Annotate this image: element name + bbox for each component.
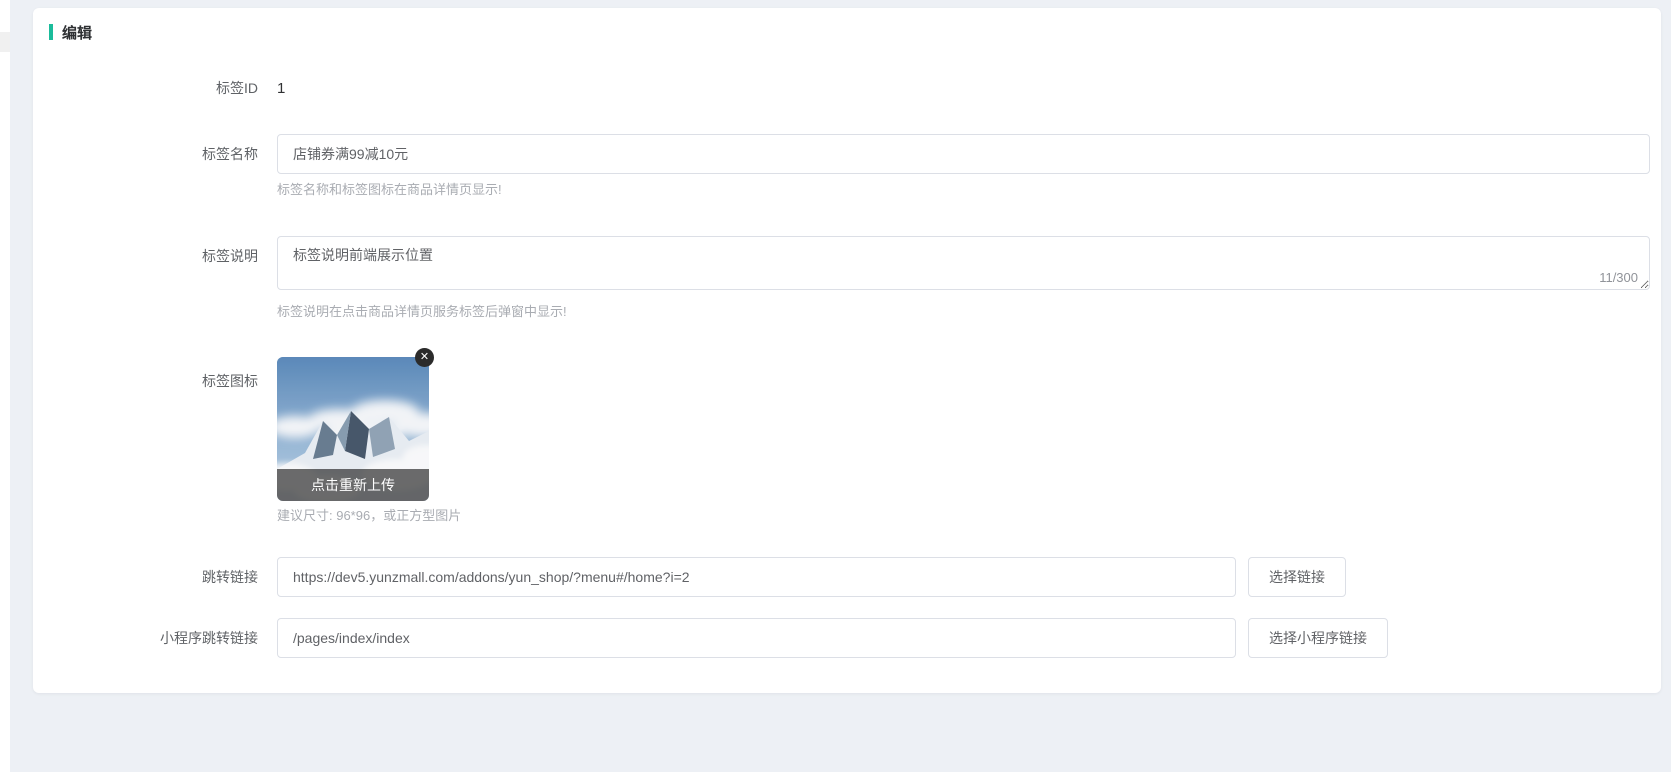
field-row-mini-link: 小程序跳转链接 选择小程序链接 (33, 618, 1661, 658)
tag-icon-helper: 建议尺寸: 96*96，或正方型图片 (277, 507, 461, 525)
accent-bar (49, 24, 53, 40)
tag-desc-helper: 标签说明在点击商品详情页服务标签后弹窗中显示! (277, 303, 567, 321)
tag-name-input[interactable] (277, 134, 1650, 174)
close-icon[interactable]: ✕ (415, 348, 434, 367)
tag-desc-textarea-wrap: 标签说明前端展示位置 11/300 (277, 236, 1650, 295)
tag-name-helper: 标签名称和标签图标在商品详情页显示! (277, 181, 502, 199)
field-row-jump-link: 跳转链接 选择链接 (33, 557, 1661, 597)
reupload-overlay[interactable]: 点击重新上传 (277, 469, 429, 501)
sidebar-strip (0, 0, 10, 772)
select-link-button[interactable]: 选择链接 (1248, 557, 1346, 597)
panel-header: 编辑 (49, 22, 1661, 42)
char-counter: 11/300 (1599, 271, 1638, 285)
jump-link-input[interactable] (277, 557, 1236, 597)
tag-id-value: 1 (277, 80, 285, 97)
select-mini-link-button[interactable]: 选择小程序链接 (1248, 618, 1388, 658)
tag-id-label: 标签ID (33, 78, 258, 98)
mini-link-input[interactable] (277, 618, 1236, 658)
tag-desc-textarea[interactable]: 标签说明前端展示位置 (277, 236, 1650, 290)
jump-link-label: 跳转链接 (33, 567, 258, 587)
field-row-tag-name: 标签名称 (33, 134, 1661, 174)
sidebar-strip-block (0, 32, 10, 52)
tag-icon-label: 标签图标 (33, 357, 258, 391)
tag-icon-uploader: 点击重新上传 ✕ (277, 357, 429, 501)
field-row-tag-id: 标签ID 1 (33, 78, 1661, 98)
field-row-tag-desc: 标签说明 标签说明前端展示位置 11/300 (33, 236, 1661, 295)
tag-name-helper-row: 标签名称和标签图标在商品详情页显示! (33, 181, 1661, 199)
edit-panel: 编辑 标签ID 1 标签名称 标签名称和标签图标在商品详情页显示! 标签说明 标… (33, 8, 1661, 693)
field-row-tag-icon: 标签图标 (33, 357, 1661, 501)
tag-name-label: 标签名称 (33, 144, 258, 164)
tag-icon-helper-row: 建议尺寸: 96*96，或正方型图片 (33, 507, 1661, 525)
tag-icon-image[interactable]: 点击重新上传 (277, 357, 429, 501)
tag-desc-label: 标签说明 (33, 236, 258, 266)
tag-desc-helper-row: 标签说明在点击商品详情页服务标签后弹窗中显示! (33, 303, 1661, 321)
mini-link-label: 小程序跳转链接 (33, 628, 258, 648)
page-title: 编辑 (62, 22, 92, 43)
